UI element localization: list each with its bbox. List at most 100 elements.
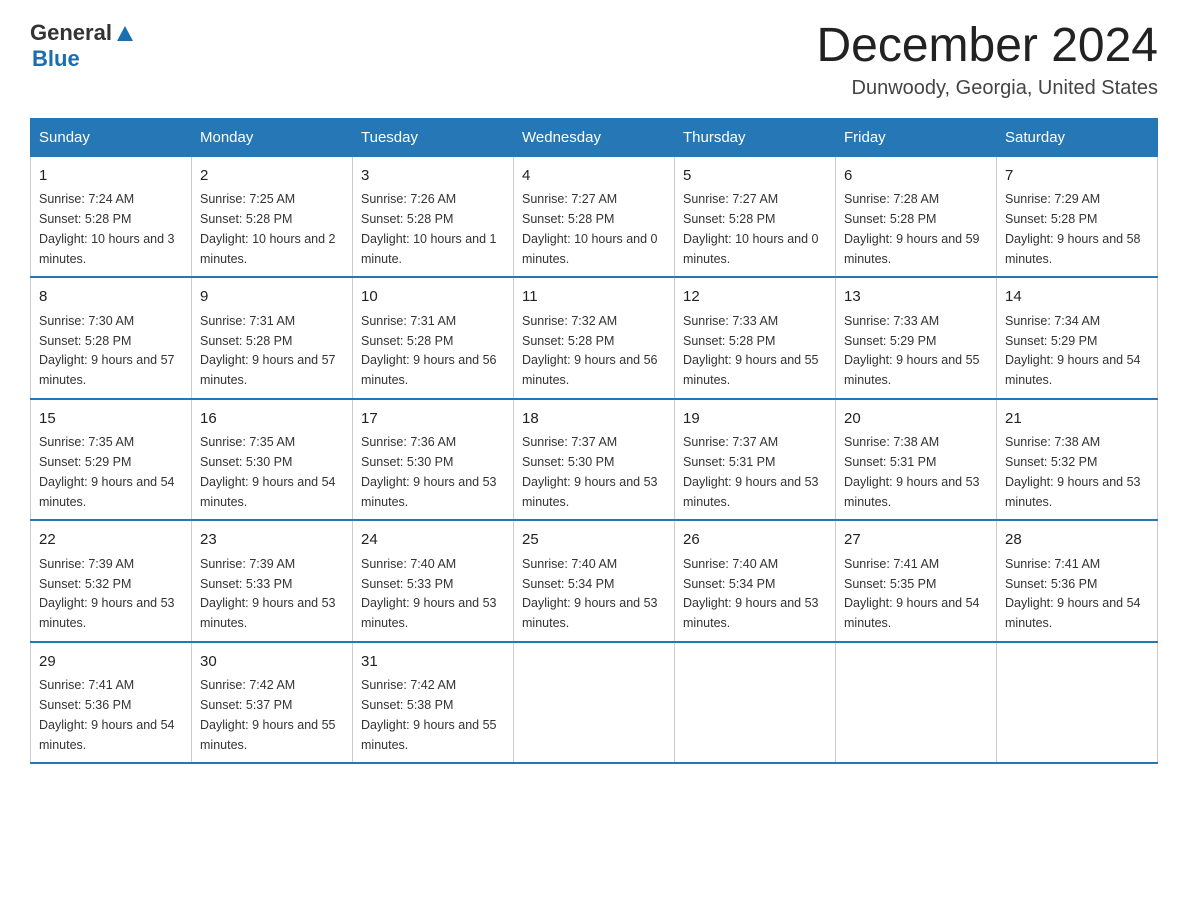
table-row: 29 Sunrise: 7:41 AMSunset: 5:36 PMDaylig… <box>31 642 192 764</box>
day-info: Sunrise: 7:30 AMSunset: 5:28 PMDaylight:… <box>39 314 175 387</box>
logo: General Blue <box>30 20 136 72</box>
calendar-week-5: 29 Sunrise: 7:41 AMSunset: 5:36 PMDaylig… <box>31 642 1158 764</box>
col-wednesday: Wednesday <box>514 118 675 156</box>
day-info: Sunrise: 7:24 AMSunset: 5:28 PMDaylight:… <box>39 192 175 265</box>
table-row <box>675 642 836 764</box>
col-sunday: Sunday <box>31 118 192 156</box>
col-friday: Friday <box>836 118 997 156</box>
table-row: 5 Sunrise: 7:27 AMSunset: 5:28 PMDayligh… <box>675 156 836 277</box>
day-info: Sunrise: 7:38 AMSunset: 5:32 PMDaylight:… <box>1005 435 1141 508</box>
day-info: Sunrise: 7:37 AMSunset: 5:30 PMDaylight:… <box>522 435 658 508</box>
table-row: 23 Sunrise: 7:39 AMSunset: 5:33 PMDaylig… <box>192 520 353 642</box>
calendar-body: 1 Sunrise: 7:24 AMSunset: 5:28 PMDayligh… <box>31 156 1158 763</box>
table-row: 7 Sunrise: 7:29 AMSunset: 5:28 PMDayligh… <box>997 156 1158 277</box>
day-info: Sunrise: 7:33 AMSunset: 5:28 PMDaylight:… <box>683 314 819 387</box>
calendar-week-3: 15 Sunrise: 7:35 AMSunset: 5:29 PMDaylig… <box>31 399 1158 521</box>
day-info: Sunrise: 7:42 AMSunset: 5:38 PMDaylight:… <box>361 678 497 751</box>
table-row <box>997 642 1158 764</box>
table-row: 8 Sunrise: 7:30 AMSunset: 5:28 PMDayligh… <box>31 277 192 399</box>
table-row: 15 Sunrise: 7:35 AMSunset: 5:29 PMDaylig… <box>31 399 192 521</box>
day-number: 29 <box>39 651 183 674</box>
calendar-title: December 2024 <box>816 20 1158 73</box>
day-info: Sunrise: 7:35 AMSunset: 5:29 PMDaylight:… <box>39 435 175 508</box>
day-number: 27 <box>844 529 988 552</box>
table-row: 28 Sunrise: 7:41 AMSunset: 5:36 PMDaylig… <box>997 520 1158 642</box>
calendar-week-2: 8 Sunrise: 7:30 AMSunset: 5:28 PMDayligh… <box>31 277 1158 399</box>
table-row: 26 Sunrise: 7:40 AMSunset: 5:34 PMDaylig… <box>675 520 836 642</box>
day-info: Sunrise: 7:41 AMSunset: 5:36 PMDaylight:… <box>1005 557 1141 630</box>
table-row: 3 Sunrise: 7:26 AMSunset: 5:28 PMDayligh… <box>353 156 514 277</box>
table-row: 24 Sunrise: 7:40 AMSunset: 5:33 PMDaylig… <box>353 520 514 642</box>
table-row: 16 Sunrise: 7:35 AMSunset: 5:30 PMDaylig… <box>192 399 353 521</box>
day-info: Sunrise: 7:31 AMSunset: 5:28 PMDaylight:… <box>200 314 336 387</box>
calendar-header: Sunday Monday Tuesday Wednesday Thursday… <box>31 118 1158 156</box>
table-row: 30 Sunrise: 7:42 AMSunset: 5:37 PMDaylig… <box>192 642 353 764</box>
table-row: 2 Sunrise: 7:25 AMSunset: 5:28 PMDayligh… <box>192 156 353 277</box>
day-number: 16 <box>200 408 344 431</box>
table-row: 1 Sunrise: 7:24 AMSunset: 5:28 PMDayligh… <box>31 156 192 277</box>
table-row: 31 Sunrise: 7:42 AMSunset: 5:38 PMDaylig… <box>353 642 514 764</box>
day-info: Sunrise: 7:37 AMSunset: 5:31 PMDaylight:… <box>683 435 819 508</box>
day-info: Sunrise: 7:36 AMSunset: 5:30 PMDaylight:… <box>361 435 497 508</box>
day-number: 7 <box>1005 165 1149 188</box>
day-info: Sunrise: 7:27 AMSunset: 5:28 PMDaylight:… <box>683 192 819 265</box>
day-number: 14 <box>1005 286 1149 309</box>
day-info: Sunrise: 7:41 AMSunset: 5:35 PMDaylight:… <box>844 557 980 630</box>
table-row: 27 Sunrise: 7:41 AMSunset: 5:35 PMDaylig… <box>836 520 997 642</box>
col-tuesday: Tuesday <box>353 118 514 156</box>
day-number: 11 <box>522 286 666 309</box>
table-row: 9 Sunrise: 7:31 AMSunset: 5:28 PMDayligh… <box>192 277 353 399</box>
table-row <box>514 642 675 764</box>
day-info: Sunrise: 7:40 AMSunset: 5:34 PMDaylight:… <box>683 557 819 630</box>
day-number: 21 <box>1005 408 1149 431</box>
day-info: Sunrise: 7:27 AMSunset: 5:28 PMDaylight:… <box>522 192 658 265</box>
logo-general-text: General <box>30 20 112 46</box>
day-number: 17 <box>361 408 505 431</box>
table-row: 6 Sunrise: 7:28 AMSunset: 5:28 PMDayligh… <box>836 156 997 277</box>
day-number: 12 <box>683 286 827 309</box>
day-number: 20 <box>844 408 988 431</box>
day-number: 22 <box>39 529 183 552</box>
calendar-table: Sunday Monday Tuesday Wednesday Thursday… <box>30 118 1158 765</box>
day-info: Sunrise: 7:40 AMSunset: 5:33 PMDaylight:… <box>361 557 497 630</box>
day-number: 25 <box>522 529 666 552</box>
day-info: Sunrise: 7:33 AMSunset: 5:29 PMDaylight:… <box>844 314 980 387</box>
day-info: Sunrise: 7:39 AMSunset: 5:32 PMDaylight:… <box>39 557 175 630</box>
calendar-subtitle: Dunwoody, Georgia, United States <box>816 77 1158 100</box>
day-info: Sunrise: 7:26 AMSunset: 5:28 PMDaylight:… <box>361 192 497 265</box>
day-info: Sunrise: 7:35 AMSunset: 5:30 PMDaylight:… <box>200 435 336 508</box>
day-info: Sunrise: 7:40 AMSunset: 5:34 PMDaylight:… <box>522 557 658 630</box>
day-info: Sunrise: 7:39 AMSunset: 5:33 PMDaylight:… <box>200 557 336 630</box>
logo-triangle-icon <box>114 22 136 44</box>
table-row: 12 Sunrise: 7:33 AMSunset: 5:28 PMDaylig… <box>675 277 836 399</box>
table-row: 13 Sunrise: 7:33 AMSunset: 5:29 PMDaylig… <box>836 277 997 399</box>
day-number: 18 <box>522 408 666 431</box>
day-info: Sunrise: 7:34 AMSunset: 5:29 PMDaylight:… <box>1005 314 1141 387</box>
table-row: 17 Sunrise: 7:36 AMSunset: 5:30 PMDaylig… <box>353 399 514 521</box>
col-thursday: Thursday <box>675 118 836 156</box>
day-number: 26 <box>683 529 827 552</box>
table-row: 10 Sunrise: 7:31 AMSunset: 5:28 PMDaylig… <box>353 277 514 399</box>
table-row: 4 Sunrise: 7:27 AMSunset: 5:28 PMDayligh… <box>514 156 675 277</box>
table-row: 18 Sunrise: 7:37 AMSunset: 5:30 PMDaylig… <box>514 399 675 521</box>
col-monday: Monday <box>192 118 353 156</box>
day-info: Sunrise: 7:28 AMSunset: 5:28 PMDaylight:… <box>844 192 980 265</box>
table-row: 25 Sunrise: 7:40 AMSunset: 5:34 PMDaylig… <box>514 520 675 642</box>
table-row: 14 Sunrise: 7:34 AMSunset: 5:29 PMDaylig… <box>997 277 1158 399</box>
day-number: 6 <box>844 165 988 188</box>
day-number: 28 <box>1005 529 1149 552</box>
day-number: 8 <box>39 286 183 309</box>
day-number: 5 <box>683 165 827 188</box>
day-number: 19 <box>683 408 827 431</box>
table-row: 22 Sunrise: 7:39 AMSunset: 5:32 PMDaylig… <box>31 520 192 642</box>
day-info: Sunrise: 7:25 AMSunset: 5:28 PMDaylight:… <box>200 192 336 265</box>
day-number: 10 <box>361 286 505 309</box>
table-row: 19 Sunrise: 7:37 AMSunset: 5:31 PMDaylig… <box>675 399 836 521</box>
day-info: Sunrise: 7:41 AMSunset: 5:36 PMDaylight:… <box>39 678 175 751</box>
logo-blue-text: Blue <box>32 46 80 71</box>
day-number: 23 <box>200 529 344 552</box>
day-number: 4 <box>522 165 666 188</box>
day-info: Sunrise: 7:42 AMSunset: 5:37 PMDaylight:… <box>200 678 336 751</box>
day-number: 31 <box>361 651 505 674</box>
table-row <box>836 642 997 764</box>
